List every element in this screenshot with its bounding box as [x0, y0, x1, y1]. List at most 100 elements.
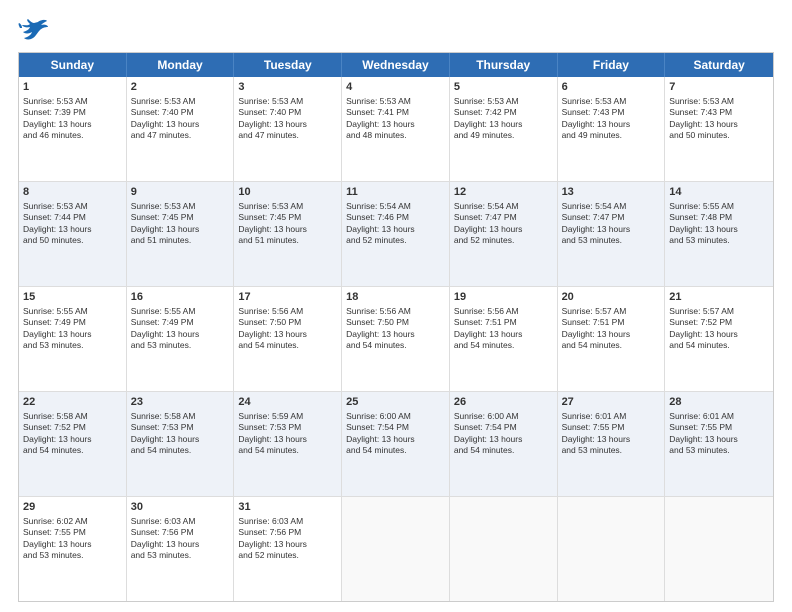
- calendar-cell-empty: [342, 497, 450, 601]
- calendar-cell-28: 28Sunrise: 6:01 AMSunset: 7:55 PMDayligh…: [665, 392, 773, 496]
- cell-line: Daylight: 13 hours: [562, 329, 661, 340]
- day-number: 17: [238, 290, 337, 305]
- calendar-cell-25: 25Sunrise: 6:00 AMSunset: 7:54 PMDayligh…: [342, 392, 450, 496]
- cell-line: Daylight: 13 hours: [562, 119, 661, 130]
- calendar-cell-6: 6Sunrise: 5:53 AMSunset: 7:43 PMDaylight…: [558, 77, 666, 181]
- cell-line: Sunrise: 5:58 AM: [131, 411, 230, 422]
- calendar-cell-3: 3Sunrise: 5:53 AMSunset: 7:40 PMDaylight…: [234, 77, 342, 181]
- day-number: 10: [238, 185, 337, 200]
- cell-line: Daylight: 13 hours: [346, 329, 445, 340]
- cell-line: Daylight: 13 hours: [23, 539, 122, 550]
- day-number: 12: [454, 185, 553, 200]
- logo: [18, 18, 52, 42]
- cell-line: Daylight: 13 hours: [562, 434, 661, 445]
- cell-line: Daylight: 13 hours: [238, 434, 337, 445]
- cell-line: Daylight: 13 hours: [454, 224, 553, 235]
- cell-line: Sunrise: 6:03 AM: [238, 516, 337, 527]
- cell-line: and 50 minutes.: [669, 130, 769, 141]
- header: [18, 18, 774, 42]
- cell-line: and 49 minutes.: [454, 130, 553, 141]
- cell-line: Sunset: 7:45 PM: [131, 212, 230, 223]
- cell-line: Daylight: 13 hours: [238, 329, 337, 340]
- day-number: 4: [346, 80, 445, 95]
- cell-line: Sunset: 7:52 PM: [669, 317, 769, 328]
- cell-line: Sunset: 7:40 PM: [238, 107, 337, 118]
- day-number: 25: [346, 395, 445, 410]
- cell-line: Sunset: 7:55 PM: [669, 422, 769, 433]
- cell-line: Sunset: 7:48 PM: [669, 212, 769, 223]
- calendar-cell-15: 15Sunrise: 5:55 AMSunset: 7:49 PMDayligh…: [19, 287, 127, 391]
- cell-line: and 53 minutes.: [669, 445, 769, 456]
- cell-line: Daylight: 13 hours: [131, 329, 230, 340]
- cell-line: and 54 minutes.: [669, 340, 769, 351]
- cell-line: and 51 minutes.: [238, 235, 337, 246]
- cell-line: Daylight: 13 hours: [669, 329, 769, 340]
- calendar-cell-empty: [450, 497, 558, 601]
- cell-line: Sunrise: 5:53 AM: [23, 201, 122, 212]
- cell-line: Sunrise: 5:57 AM: [669, 306, 769, 317]
- day-number: 31: [238, 500, 337, 515]
- cell-line: Daylight: 13 hours: [669, 434, 769, 445]
- col-head-wednesday: Wednesday: [342, 53, 450, 77]
- cell-line: Sunrise: 5:56 AM: [238, 306, 337, 317]
- day-number: 5: [454, 80, 553, 95]
- cell-line: Sunrise: 5:59 AM: [238, 411, 337, 422]
- cell-line: Daylight: 13 hours: [454, 434, 553, 445]
- cell-line: Sunrise: 5:53 AM: [669, 96, 769, 107]
- cell-line: and 47 minutes.: [238, 130, 337, 141]
- calendar-body: 1Sunrise: 5:53 AMSunset: 7:39 PMDaylight…: [19, 77, 773, 601]
- cell-line: and 54 minutes.: [346, 340, 445, 351]
- cell-line: Daylight: 13 hours: [23, 224, 122, 235]
- cell-line: Sunrise: 6:01 AM: [562, 411, 661, 422]
- cell-line: Sunrise: 5:53 AM: [562, 96, 661, 107]
- cell-line: Sunset: 7:45 PM: [238, 212, 337, 223]
- cell-line: and 54 minutes.: [131, 445, 230, 456]
- calendar-cell-23: 23Sunrise: 5:58 AMSunset: 7:53 PMDayligh…: [127, 392, 235, 496]
- calendar-header: SundayMondayTuesdayWednesdayThursdayFrid…: [19, 53, 773, 77]
- day-number: 28: [669, 395, 769, 410]
- day-number: 15: [23, 290, 122, 305]
- day-number: 9: [131, 185, 230, 200]
- cell-line: and 54 minutes.: [238, 340, 337, 351]
- day-number: 22: [23, 395, 122, 410]
- cell-line: Sunset: 7:55 PM: [562, 422, 661, 433]
- cell-line: Sunrise: 6:00 AM: [346, 411, 445, 422]
- calendar-cell-8: 8Sunrise: 5:53 AMSunset: 7:44 PMDaylight…: [19, 182, 127, 286]
- calendar-cell-2: 2Sunrise: 5:53 AMSunset: 7:40 PMDaylight…: [127, 77, 235, 181]
- col-head-monday: Monday: [127, 53, 235, 77]
- day-number: 23: [131, 395, 230, 410]
- cell-line: Sunset: 7:54 PM: [346, 422, 445, 433]
- day-number: 7: [669, 80, 769, 95]
- cell-line: Sunrise: 5:54 AM: [562, 201, 661, 212]
- cell-line: Sunset: 7:46 PM: [346, 212, 445, 223]
- col-head-sunday: Sunday: [19, 53, 127, 77]
- cell-line: Sunset: 7:50 PM: [346, 317, 445, 328]
- cell-line: Daylight: 13 hours: [454, 329, 553, 340]
- day-number: 2: [131, 80, 230, 95]
- cell-line: and 52 minutes.: [346, 235, 445, 246]
- cell-line: Sunrise: 6:03 AM: [131, 516, 230, 527]
- cell-line: Sunrise: 5:53 AM: [23, 96, 122, 107]
- cell-line: Sunrise: 5:55 AM: [23, 306, 122, 317]
- day-number: 13: [562, 185, 661, 200]
- calendar: SundayMondayTuesdayWednesdayThursdayFrid…: [18, 52, 774, 602]
- calendar-cell-1: 1Sunrise: 5:53 AMSunset: 7:39 PMDaylight…: [19, 77, 127, 181]
- cell-line: Daylight: 13 hours: [131, 119, 230, 130]
- day-number: 29: [23, 500, 122, 515]
- cell-line: Daylight: 13 hours: [23, 329, 122, 340]
- cell-line: Sunset: 7:40 PM: [131, 107, 230, 118]
- logo-icon: [18, 18, 48, 42]
- cell-line: Sunset: 7:41 PM: [346, 107, 445, 118]
- cell-line: Daylight: 13 hours: [238, 224, 337, 235]
- cell-line: Daylight: 13 hours: [346, 224, 445, 235]
- cell-line: Sunrise: 5:53 AM: [131, 96, 230, 107]
- cell-line: Sunset: 7:43 PM: [562, 107, 661, 118]
- cell-line: Sunset: 7:51 PM: [454, 317, 553, 328]
- day-number: 19: [454, 290, 553, 305]
- calendar-row-1: 1Sunrise: 5:53 AMSunset: 7:39 PMDaylight…: [19, 77, 773, 182]
- cell-line: Sunset: 7:42 PM: [454, 107, 553, 118]
- day-number: 26: [454, 395, 553, 410]
- cell-line: and 53 minutes.: [23, 340, 122, 351]
- cell-line: Sunset: 7:47 PM: [562, 212, 661, 223]
- calendar-cell-21: 21Sunrise: 5:57 AMSunset: 7:52 PMDayligh…: [665, 287, 773, 391]
